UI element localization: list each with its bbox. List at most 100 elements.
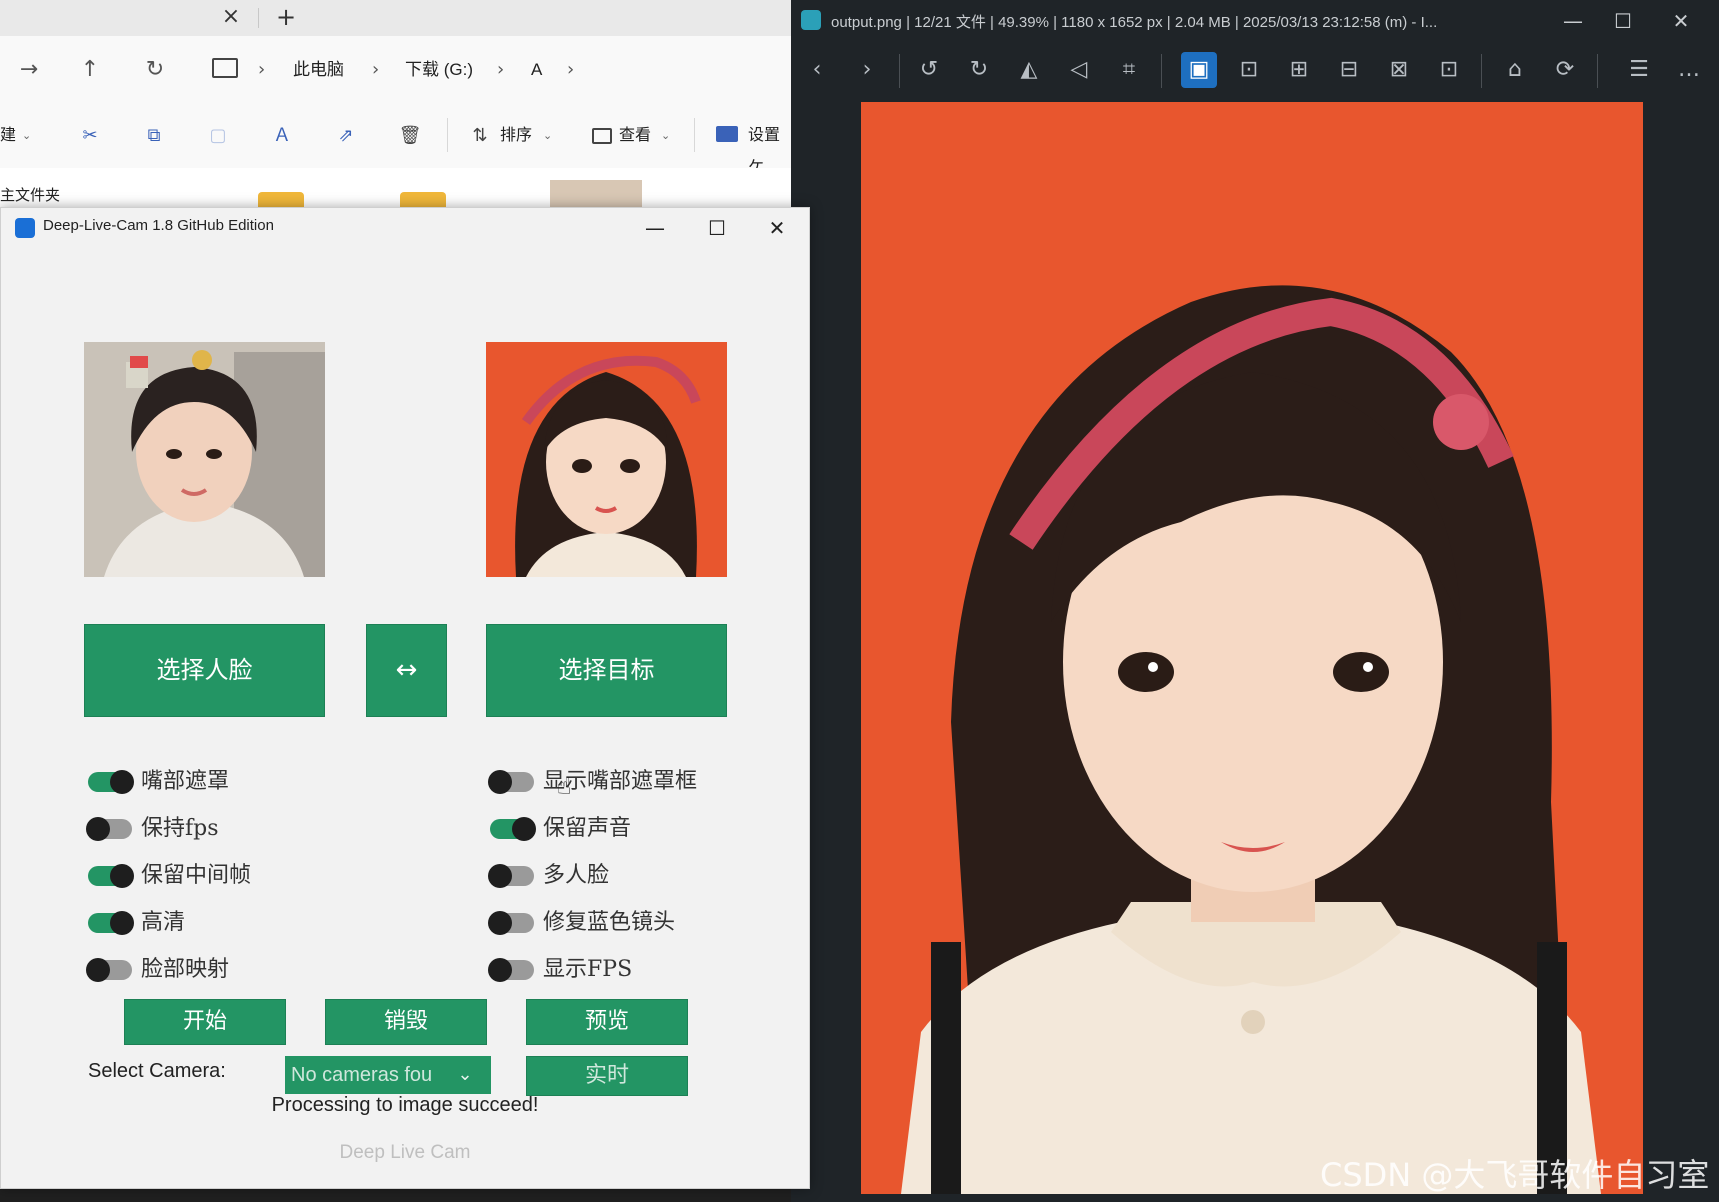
select-face-button[interactable]: 选择人脸 [84,624,325,717]
chevron-down-icon: ⌄ [22,130,32,142]
settings-button[interactable]: 设置ケ [748,120,793,176]
fill-window-icon[interactable]: ⊡ [1431,52,1467,88]
rotate-left-icon[interactable]: ↺ [911,52,947,88]
new-button-fragment[interactable]: 建 [0,120,16,152]
live-button[interactable]: 实时 [526,1056,688,1096]
source-face-illustration [84,342,325,577]
tab-divider [258,8,259,28]
minimize-icon[interactable]: — [1551,0,1595,42]
toggle-keep-audio[interactable] [490,817,536,841]
more-icon[interactable]: … [1671,52,1707,88]
fit-height-icon[interactable]: ⊠ [1381,52,1417,88]
sort-button[interactable]: 排序 [500,120,532,152]
viewer-title: output.png | 12/21 文件 | 49.39% | 1180 x … [831,14,1438,31]
explorer-content [0,168,793,212]
view-button[interactable]: 查看 [619,120,651,152]
toolbar-divider [899,54,900,88]
this-pc-icon [212,58,238,78]
command-divider [694,118,695,152]
toggle-fix-blue-cam[interactable] [488,911,534,935]
breadcrumb-item-folder[interactable]: A [531,56,542,84]
image-viewer-window: output.png | 12/21 文件 | 49.39% | 1180 x … [791,0,1719,1202]
edit-icon[interactable]: ⌂ [1497,52,1533,88]
breadcrumb-chevron-icon: › [258,59,266,80]
delete-icon[interactable]: 🗑 [394,120,426,152]
chevron-down-icon: ⌄ [543,130,553,142]
explorer-tab-bar [0,0,793,36]
cut-icon[interactable]: ✂ [74,120,106,152]
toolbar-divider [1481,54,1482,88]
toggle-keep-frames[interactable] [88,864,134,888]
tab-close-button[interactable]: × [218,4,244,30]
chevron-down-icon: ⌄ [661,130,671,142]
toggle-label: 显示FPS [543,957,633,982]
footer-link[interactable]: Deep Live Cam [1,1142,809,1164]
settings-icon [716,126,738,142]
start-button[interactable]: 开始 [124,999,286,1045]
view-icon [592,128,612,144]
share-icon[interactable]: ⇗ [330,120,362,152]
next-image-icon[interactable]: › [849,52,885,88]
toggle-show-mouth-mask-box[interactable] [488,770,534,794]
toolbar-divider [1597,54,1598,88]
maximize-icon[interactable]: ☐ [695,210,739,246]
copy-icon[interactable]: ⧉ [138,120,170,152]
paste-icon[interactable]: ▢ [202,120,234,152]
maximize-icon[interactable]: ☐ [1601,0,1645,42]
toggle-hd[interactable] [88,911,134,935]
rename-icon[interactable]: Ａ [266,120,298,152]
select-target-button[interactable]: 选择目标 [486,624,727,717]
portrait-illustration [861,102,1643,1194]
toggle-label: 脸部映射 [141,957,230,982]
toggle-mouth-mask[interactable] [88,770,134,794]
breadcrumb-chevron-icon: › [372,59,380,80]
close-icon[interactable]: ✕ [755,210,799,246]
destroy-button[interactable]: 销毁 [325,999,487,1045]
toggle-keep-fps[interactable] [86,817,132,841]
flip-horizontal-icon[interactable]: ◭ [1011,52,1047,88]
swap-button[interactable]: ↔ [366,624,447,717]
breadcrumb-item-this-pc[interactable]: 此电脑 [293,56,344,84]
actual-size-icon[interactable]: ⊞ [1281,52,1317,88]
menu-icon[interactable]: ☰ [1621,52,1657,88]
toggle-label: 嘴部遮罩 [141,769,230,794]
file-explorer-window: × + → ↑ ↻ › 此电脑 › 下载 (G:) › A › 建 ⌄ ✂ ⧉ … [0,0,793,218]
breadcrumb-chevron-icon: › [497,59,505,80]
target-image[interactable] [486,342,727,577]
lock-zoom-icon[interactable]: ⊡ [1231,52,1267,88]
new-tab-button[interactable]: + [273,4,299,30]
hand-cursor-icon: ☝ [557,772,572,800]
up-button[interactable]: ↑ [75,55,105,85]
chevron-down-icon[interactable]: ⌄ [449,1056,481,1094]
toggle-label: 保留中间帧 [141,863,252,888]
fit-width-icon[interactable]: ⊟ [1331,52,1367,88]
previous-image-icon[interactable]: ‹ [799,52,835,88]
target-illustration [486,342,727,577]
viewer-app-icon [801,10,821,30]
fit-view-icon[interactable]: ▣ [1181,52,1217,88]
explorer-address-bar [0,36,793,105]
toggle-many-faces[interactable] [488,864,534,888]
close-icon[interactable]: ✕ [1659,0,1703,42]
toggle-label: 多人脸 [543,863,610,888]
home-folder-label[interactable]: 主文件夹 [0,184,60,205]
watermark-text: CSDN @大飞哥软件自习室 [1320,1156,1710,1194]
forward-button[interactable]: → [14,55,44,85]
minimize-icon[interactable]: — [633,210,677,246]
refresh-icon[interactable]: ⟳ [1547,52,1583,88]
output-image [861,102,1643,1194]
toggle-show-fps[interactable] [488,958,534,982]
preview-button[interactable]: 预览 [526,999,688,1045]
select-camera-label: Select Camera: [88,1060,226,1082]
refresh-button[interactable]: ↻ [140,55,170,85]
breadcrumb-chevron-icon: › [567,59,575,80]
window-title: Deep-Live-Cam 1.8 GitHub Edition [43,217,274,234]
toolbar-divider [1161,54,1162,88]
toggle-face-mapping[interactable] [86,958,132,982]
rotate-right-icon[interactable]: ↻ [961,52,997,88]
source-face-image[interactable] [84,342,325,577]
breadcrumb-item-drive[interactable]: 下载 (G:) [405,56,473,84]
app-icon [15,218,35,238]
crop-icon[interactable]: ⌗ [1111,52,1147,88]
flip-vertical-icon[interactable]: ◁ [1061,52,1097,88]
